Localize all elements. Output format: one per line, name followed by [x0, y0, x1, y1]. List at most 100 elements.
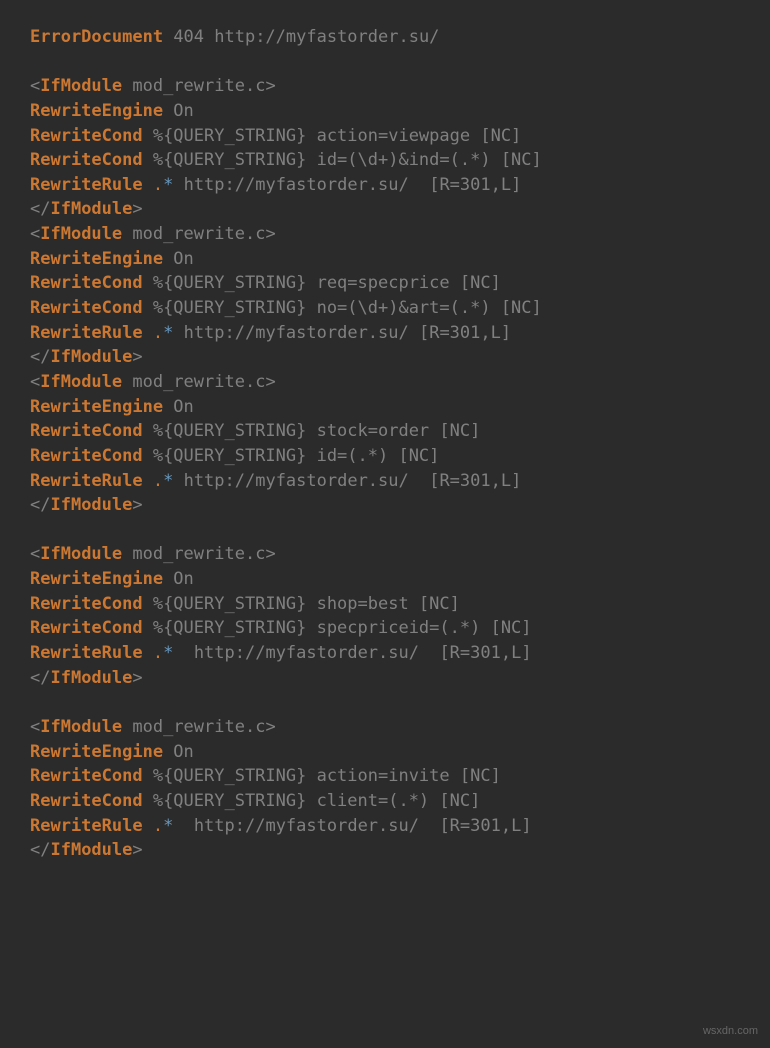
code-token: <	[30, 372, 40, 392]
code-token: <	[30, 76, 40, 96]
code-token: RewriteCond	[30, 791, 143, 811]
code-token: >	[132, 840, 142, 860]
code-token: RewriteEngine	[30, 742, 163, 762]
code-token: IfModule	[50, 199, 132, 219]
code-token	[143, 816, 153, 836]
code-token: RewriteCond	[30, 421, 143, 441]
code-token: RewriteCond	[30, 594, 143, 614]
code-token: .	[153, 471, 163, 491]
code-token: >	[132, 347, 142, 367]
code-token: >	[132, 199, 142, 219]
code-line: RewriteRule .* http://myfastorder.su/ [R…	[30, 321, 740, 346]
code-token: >	[265, 717, 275, 737]
code-token	[143, 643, 153, 663]
code-token: </	[30, 199, 50, 219]
code-token: RewriteEngine	[30, 249, 163, 269]
code-token: >	[265, 544, 275, 564]
code-line: RewriteCond %{QUERY_STRING} id=(.*) [NC]	[30, 444, 740, 469]
code-line: RewriteCond %{QUERY_STRING} action=invit…	[30, 764, 740, 789]
code-token	[143, 471, 153, 491]
code-line: ErrorDocument 404 http://myfastorder.su/	[30, 25, 740, 50]
code-token: RewriteRule	[30, 816, 143, 836]
code-token: On	[163, 742, 194, 762]
code-token: %{QUERY_STRING} client=(.*) [NC]	[143, 791, 481, 811]
code-token: mod_rewrite.c	[122, 76, 265, 96]
code-token: RewriteCond	[30, 446, 143, 466]
code-line: </IfModule>	[30, 666, 740, 691]
code-token: *	[163, 816, 173, 836]
code-token: </	[30, 495, 50, 515]
watermark: wsxdn.com	[703, 1024, 758, 1040]
code-token: %{QUERY_STRING} id=(.*) [NC]	[143, 446, 440, 466]
code-token: RewriteRule	[30, 175, 143, 195]
code-token: <	[30, 717, 40, 737]
code-line: RewriteEngine On	[30, 395, 740, 420]
code-line: RewriteRule .* http://myfastorder.su/ [R…	[30, 814, 740, 839]
code-token: .	[153, 643, 163, 663]
code-token: <	[30, 544, 40, 564]
code-line: RewriteCond %{QUERY_STRING} stock=order …	[30, 419, 740, 444]
code-token: RewriteCond	[30, 618, 143, 638]
code-token: RewriteRule	[30, 323, 143, 343]
code-token: .	[153, 816, 163, 836]
code-token: %{QUERY_STRING} action=viewpage [NC]	[143, 126, 522, 146]
code-token: http://myfastorder.su/ [R=301,L]	[173, 175, 521, 195]
code-token: On	[163, 249, 194, 269]
code-token: *	[163, 471, 173, 491]
code-token: *	[163, 175, 173, 195]
code-token: On	[163, 397, 194, 417]
code-token: On	[163, 569, 194, 589]
code-token: %{QUERY_STRING} stock=order [NC]	[143, 421, 481, 441]
code-token: RewriteRule	[30, 471, 143, 491]
code-line: </IfModule>	[30, 838, 740, 863]
code-token: On	[163, 101, 194, 121]
code-token: <	[30, 224, 40, 244]
code-line: <IfModule mod_rewrite.c>	[30, 542, 740, 567]
code-line: RewriteCond %{QUERY_STRING} action=viewp…	[30, 124, 740, 149]
code-token: RewriteCond	[30, 298, 143, 318]
code-token: RewriteCond	[30, 766, 143, 786]
code-line: </IfModule>	[30, 345, 740, 370]
code-editor: ErrorDocument 404 http://myfastorder.su/…	[30, 25, 740, 863]
code-token: RewriteEngine	[30, 101, 163, 121]
code-token: http://myfastorder.su/ [R=301,L]	[173, 643, 531, 663]
code-token: %{QUERY_STRING} shop=best [NC]	[143, 594, 460, 614]
code-line	[30, 690, 740, 715]
code-line: RewriteCond %{QUERY_STRING} client=(.*) …	[30, 789, 740, 814]
code-token: IfModule	[50, 840, 132, 860]
code-token: mod_rewrite.c	[122, 224, 265, 244]
code-token: IfModule	[40, 717, 122, 737]
code-token: %{QUERY_STRING} id=(\d+)&ind=(.*) [NC]	[143, 150, 542, 170]
code-token: 404 http://myfastorder.su/	[173, 27, 439, 47]
code-line: RewriteEngine On	[30, 99, 740, 124]
code-line: </IfModule>	[30, 197, 740, 222]
code-token: RewriteCond	[30, 150, 143, 170]
code-token	[143, 175, 153, 195]
code-token: RewriteEngine	[30, 397, 163, 417]
code-line: <IfModule mod_rewrite.c>	[30, 74, 740, 99]
code-line: RewriteCond %{QUERY_STRING} shop=best [N…	[30, 592, 740, 617]
code-token	[143, 323, 153, 343]
code-token: IfModule	[40, 76, 122, 96]
code-token: %{QUERY_STRING} action=invite [NC]	[143, 766, 501, 786]
code-line: RewriteCond %{QUERY_STRING} req=specpric…	[30, 271, 740, 296]
code-token	[163, 27, 173, 47]
code-token: %{QUERY_STRING} req=specprice [NC]	[143, 273, 501, 293]
code-token: IfModule	[40, 224, 122, 244]
code-token: *	[163, 323, 173, 343]
code-line: <IfModule mod_rewrite.c>	[30, 715, 740, 740]
code-line: RewriteRule .* http://myfastorder.su/ [R…	[30, 641, 740, 666]
code-token: %{QUERY_STRING} no=(\d+)&art=(.*) [NC]	[143, 298, 542, 318]
code-token: http://myfastorder.su/ [R=301,L]	[173, 323, 511, 343]
code-line: RewriteCond %{QUERY_STRING} no=(\d+)&art…	[30, 296, 740, 321]
code-token: >	[265, 76, 275, 96]
code-token: RewriteRule	[30, 643, 143, 663]
code-token: RewriteCond	[30, 126, 143, 146]
code-line: RewriteCond %{QUERY_STRING} id=(\d+)&ind…	[30, 148, 740, 173]
code-line: RewriteEngine On	[30, 247, 740, 272]
code-token: %{QUERY_STRING} specpriceid=(.*) [NC]	[143, 618, 532, 638]
code-token: </	[30, 668, 50, 688]
code-line: </IfModule>	[30, 493, 740, 518]
code-line: <IfModule mod_rewrite.c>	[30, 370, 740, 395]
code-token: IfModule	[50, 668, 132, 688]
